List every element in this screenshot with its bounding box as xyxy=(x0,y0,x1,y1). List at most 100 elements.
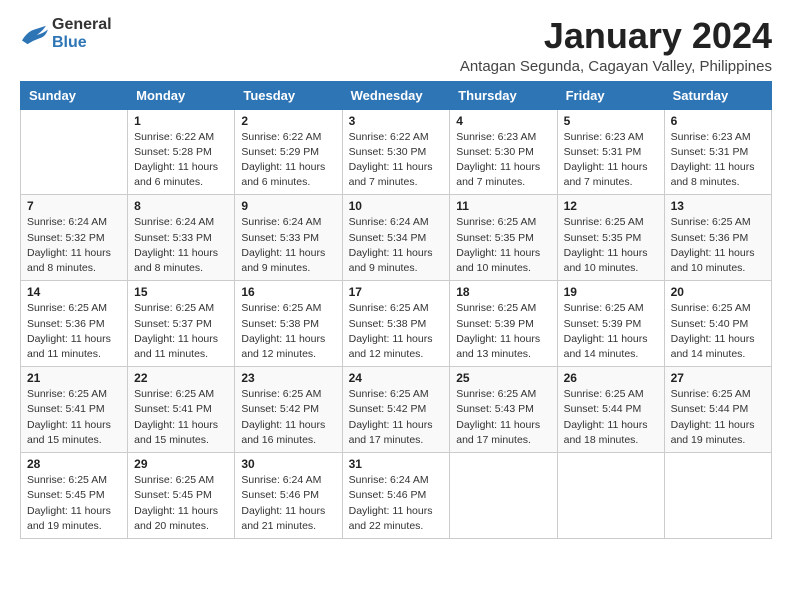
day-number: 14 xyxy=(27,285,121,299)
calendar-cell: 10 Sunrise: 6:24 AMSunset: 5:34 PMDayligh… xyxy=(342,195,450,281)
day-number: 16 xyxy=(241,285,335,299)
day-number: 30 xyxy=(241,457,335,471)
calendar-cell: 12 Sunrise: 6:25 AMSunset: 5:35 PMDayligh… xyxy=(557,195,664,281)
day-info: Sunrise: 6:23 AMSunset: 5:31 PMDaylight:… xyxy=(671,130,765,191)
calendar-cell: 27Sunrise: 6:25 AMSunset: 5:44 PMDayligh… xyxy=(664,367,771,453)
day-info: Sunrise: 6:25 AMSunset: 5:44 PMDaylight:… xyxy=(564,387,658,448)
day-number: 17 xyxy=(349,285,444,299)
day-info: Sunrise: 6:25 AMSunset: 5:44 PMDaylight:… xyxy=(671,387,765,448)
day-number: 29 xyxy=(134,457,228,471)
logo-text: General Blue xyxy=(52,16,112,51)
day-number: 9 xyxy=(241,199,335,213)
column-header-thursday: Thursday xyxy=(450,81,557,109)
calendar-cell: 13 Sunrise: 6:25 AMSunset: 5:36 PMDayligh… xyxy=(664,195,771,281)
calendar-cell: 24 Sunrise: 6:25 AMSunset: 5:42 PMDayligh… xyxy=(342,367,450,453)
day-number: 15 xyxy=(134,285,228,299)
calendar-cell: 3 Sunrise: 6:22 AMSunset: 5:30 PMDaylight… xyxy=(342,109,450,195)
calendar-cell: 2 Sunrise: 6:22 AMSunset: 5:29 PMDaylight… xyxy=(235,109,342,195)
calendar-cell xyxy=(21,109,128,195)
column-header-friday: Friday xyxy=(557,81,664,109)
day-number: 19 xyxy=(564,285,658,299)
day-number: 8 xyxy=(134,199,228,213)
column-header-saturday: Saturday xyxy=(664,81,771,109)
day-info: Sunrise: 6:25 AMSunset: 5:36 PMDaylight:… xyxy=(671,215,765,276)
calendar-cell: 20 Sunrise: 6:25 AMSunset: 5:40 PMDayligh… xyxy=(664,281,771,367)
title-area: January 2024 Antagan Segunda, Cagayan Va… xyxy=(460,16,772,75)
day-info: Sunrise: 6:25 AMSunset: 5:35 PMDaylight:… xyxy=(564,215,658,276)
calendar-cell: 31 Sunrise: 6:24 AMSunset: 5:46 PMDayligh… xyxy=(342,453,450,539)
calendar-cell: 14 Sunrise: 6:25 AMSunset: 5:36 PMDayligh… xyxy=(21,281,128,367)
day-number: 12 xyxy=(564,199,658,213)
calendar-cell: 25Sunrise: 6:25 AMSunset: 5:43 PMDayligh… xyxy=(450,367,557,453)
calendar-cell: 9 Sunrise: 6:24 AMSunset: 5:33 PMDaylight… xyxy=(235,195,342,281)
calendar-cell: 29Sunrise: 6:25 AMSunset: 5:45 PMDayligh… xyxy=(128,453,235,539)
calendar-cell: 7Sunrise: 6:24 AMSunset: 5:32 PMDaylight… xyxy=(21,195,128,281)
calendar-cell: 18 Sunrise: 6:25 AMSunset: 5:39 PMDayligh… xyxy=(450,281,557,367)
day-info: Sunrise: 6:24 AMSunset: 5:34 PMDaylight:… xyxy=(349,215,444,276)
day-number: 23 xyxy=(241,371,335,385)
calendar-cell: 4 Sunrise: 6:23 AMSunset: 5:30 PMDaylight… xyxy=(450,109,557,195)
calendar-cell: 16Sunrise: 6:25 AMSunset: 5:38 PMDayligh… xyxy=(235,281,342,367)
day-number: 11 xyxy=(456,199,550,213)
day-info: Sunrise: 6:22 AMSunset: 5:28 PMDaylight:… xyxy=(134,130,228,191)
calendar-table: SundayMondayTuesdayWednesdayThursdayFrid… xyxy=(20,81,772,539)
calendar-cell: 8Sunrise: 6:24 AMSunset: 5:33 PMDaylight… xyxy=(128,195,235,281)
day-number: 13 xyxy=(671,199,765,213)
column-header-sunday: Sunday xyxy=(21,81,128,109)
day-info: Sunrise: 6:24 AMSunset: 5:46 PMDaylight:… xyxy=(241,473,335,534)
day-number: 10 xyxy=(349,199,444,213)
day-info: Sunrise: 6:23 AMSunset: 5:30 PMDaylight:… xyxy=(456,130,550,191)
day-number: 24 xyxy=(349,371,444,385)
day-number: 31 xyxy=(349,457,444,471)
day-info: Sunrise: 6:25 AMSunset: 5:39 PMDaylight:… xyxy=(456,301,550,362)
day-number: 3 xyxy=(349,114,444,128)
day-info: Sunrise: 6:22 AMSunset: 5:30 PMDaylight:… xyxy=(349,130,444,191)
calendar-title: January 2024 xyxy=(460,16,772,56)
day-info: Sunrise: 6:25 AMSunset: 5:42 PMDaylight:… xyxy=(349,387,444,448)
day-info: Sunrise: 6:22 AMSunset: 5:29 PMDaylight:… xyxy=(241,130,335,191)
calendar-cell: 15 Sunrise: 6:25 AMSunset: 5:37 PMDayligh… xyxy=(128,281,235,367)
day-number: 18 xyxy=(456,285,550,299)
week-row-1: 1 Sunrise: 6:22 AMSunset: 5:28 PMDaylight… xyxy=(21,109,772,195)
calendar-subtitle: Antagan Segunda, Cagayan Valley, Philipp… xyxy=(460,58,772,75)
calendar-cell: 26 Sunrise: 6:25 AMSunset: 5:44 PMDayligh… xyxy=(557,367,664,453)
calendar-cell: 1 Sunrise: 6:22 AMSunset: 5:28 PMDaylight… xyxy=(128,109,235,195)
logo: General Blue xyxy=(20,16,112,51)
day-number: 1 xyxy=(134,114,228,128)
day-info: Sunrise: 6:25 AMSunset: 5:36 PMDaylight:… xyxy=(27,301,121,362)
page-header: General Blue January 2024 Antagan Segund… xyxy=(20,16,772,75)
calendar-cell xyxy=(557,453,664,539)
day-number: 4 xyxy=(456,114,550,128)
day-info: Sunrise: 6:24 AMSunset: 5:46 PMDaylight:… xyxy=(349,473,444,534)
calendar-cell: 22Sunrise: 6:25 AMSunset: 5:41 PMDayligh… xyxy=(128,367,235,453)
day-info: Sunrise: 6:23 AMSunset: 5:31 PMDaylight:… xyxy=(564,130,658,191)
day-info: Sunrise: 6:24 AMSunset: 5:33 PMDaylight:… xyxy=(241,215,335,276)
week-row-5: 28Sunrise: 6:25 AMSunset: 5:45 PMDayligh… xyxy=(21,453,772,539)
week-row-2: 7Sunrise: 6:24 AMSunset: 5:32 PMDaylight… xyxy=(21,195,772,281)
column-header-wednesday: Wednesday xyxy=(342,81,450,109)
week-row-4: 21Sunrise: 6:25 AMSunset: 5:41 PMDayligh… xyxy=(21,367,772,453)
day-info: Sunrise: 6:25 AMSunset: 5:37 PMDaylight:… xyxy=(134,301,228,362)
day-info: Sunrise: 6:25 AMSunset: 5:40 PMDaylight:… xyxy=(671,301,765,362)
day-info: Sunrise: 6:25 AMSunset: 5:38 PMDaylight:… xyxy=(349,301,444,362)
calendar-cell: 30 Sunrise: 6:24 AMSunset: 5:46 PMDayligh… xyxy=(235,453,342,539)
calendar-cell xyxy=(450,453,557,539)
day-number: 20 xyxy=(671,285,765,299)
day-info: Sunrise: 6:25 AMSunset: 5:43 PMDaylight:… xyxy=(456,387,550,448)
day-info: Sunrise: 6:25 AMSunset: 5:42 PMDaylight:… xyxy=(241,387,335,448)
day-number: 2 xyxy=(241,114,335,128)
calendar-cell: 23 Sunrise: 6:25 AMSunset: 5:42 PMDayligh… xyxy=(235,367,342,453)
column-header-tuesday: Tuesday xyxy=(235,81,342,109)
day-info: Sunrise: 6:25 AMSunset: 5:35 PMDaylight:… xyxy=(456,215,550,276)
day-number: 26 xyxy=(564,371,658,385)
calendar-cell: 6 Sunrise: 6:23 AMSunset: 5:31 PMDaylight… xyxy=(664,109,771,195)
column-header-monday: Monday xyxy=(128,81,235,109)
calendar-cell: 19Sunrise: 6:25 AMSunset: 5:39 PMDayligh… xyxy=(557,281,664,367)
day-number: 6 xyxy=(671,114,765,128)
calendar-cell: 21Sunrise: 6:25 AMSunset: 5:41 PMDayligh… xyxy=(21,367,128,453)
day-number: 21 xyxy=(27,371,121,385)
day-number: 22 xyxy=(134,371,228,385)
logo-bird-icon xyxy=(20,22,48,46)
day-info: Sunrise: 6:25 AMSunset: 5:45 PMDaylight:… xyxy=(27,473,121,534)
calendar-cell: 17 Sunrise: 6:25 AMSunset: 5:38 PMDayligh… xyxy=(342,281,450,367)
